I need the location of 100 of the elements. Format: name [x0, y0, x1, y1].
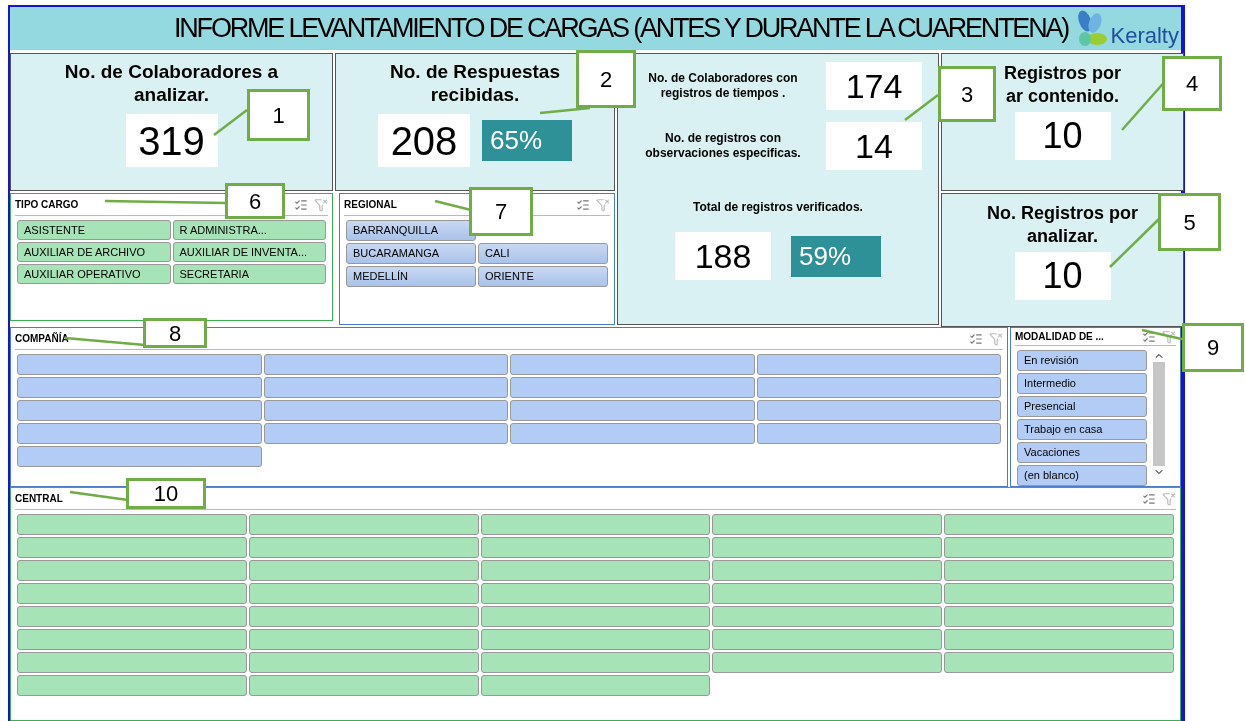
slicer-item[interactable]	[263, 400, 508, 421]
multi-select-icon[interactable]	[969, 331, 983, 346]
slicer-item[interactable]	[17, 514, 247, 535]
leader-line	[69, 490, 129, 502]
slicer-item[interactable]	[712, 583, 943, 604]
slicer-item[interactable]: AUXILIAR DE INVENTA...	[172, 242, 326, 262]
slicer-item[interactable]	[263, 354, 508, 375]
slicer-item[interactable]	[480, 606, 711, 627]
slicer-item[interactable]	[712, 629, 943, 650]
slicer-item[interactable]	[17, 537, 247, 558]
slicer-item[interactable]	[944, 537, 1174, 558]
slicer-item[interactable]: En revisión	[1017, 350, 1147, 371]
slicer-item[interactable]: MEDELLÍN	[346, 266, 476, 287]
slicer-item[interactable]	[263, 377, 508, 398]
slicer-item[interactable]	[510, 400, 755, 421]
slicer-item[interactable]	[17, 583, 247, 604]
value-box: 174	[826, 62, 922, 110]
slicer-item[interactable]	[756, 377, 1001, 398]
slicer-item[interactable]: BUCARAMANGA	[346, 243, 476, 264]
multi-select-icon[interactable]	[294, 197, 308, 212]
slicer-item[interactable]	[248, 560, 479, 581]
clear-filter-icon[interactable]	[989, 331, 1003, 346]
slicer-item[interactable]	[248, 537, 479, 558]
slicer-item[interactable]	[17, 423, 262, 444]
clear-filter-icon[interactable]	[1162, 329, 1176, 344]
slicer-item[interactable]: Vacaciones	[1017, 442, 1147, 463]
slicer-item[interactable]	[263, 423, 508, 444]
slicer-item[interactable]	[248, 675, 479, 696]
slicer-item[interactable]	[17, 606, 247, 627]
slicer-item[interactable]	[248, 629, 479, 650]
slicer-item[interactable]	[944, 629, 1174, 650]
slicer-title: REGIONAL	[344, 198, 397, 212]
slicer-item[interactable]	[248, 583, 479, 604]
slicer-item[interactable]: (en blanco)	[1017, 465, 1147, 486]
callout-box: 6	[225, 183, 285, 219]
slicer-item[interactable]	[480, 629, 711, 650]
report-title: INFORME LEVANTAMIENTO DE CARGAS (ANTES Y DURANTE LA CUARENTENA)	[174, 12, 1069, 46]
callout-box: 4	[1162, 56, 1222, 111]
leader-line	[904, 94, 939, 121]
kpi-title: Registros por ar contenido.	[1004, 62, 1121, 108]
slicer-item[interactable]	[756, 400, 1001, 421]
slicer-item[interactable]	[17, 629, 247, 650]
callout-box: 10	[126, 478, 206, 509]
slicer-item[interactable]: SECRETARIA	[172, 264, 326, 284]
slicer-item[interactable]	[756, 423, 1001, 444]
slicer-item[interactable]	[712, 606, 943, 627]
slicer-title: COMPAÑÍA	[15, 331, 69, 346]
slicer-item[interactable]	[17, 675, 247, 696]
slicer-item[interactable]	[712, 560, 943, 581]
clear-filter-icon[interactable]	[596, 197, 610, 212]
value-box: 319	[125, 114, 218, 167]
multi-select-icon[interactable]	[576, 197, 590, 212]
slicer-item[interactable]	[712, 652, 943, 673]
slicer-item[interactable]: R ADMINISTRA...	[172, 220, 326, 240]
slicer-item[interactable]	[480, 583, 711, 604]
metric-label: No. de registros con observaciones especificas.	[644, 131, 802, 161]
slicer-item[interactable]: Presencial	[1017, 396, 1147, 417]
slicer-item[interactable]	[712, 537, 943, 558]
callout-box: 2	[576, 50, 636, 108]
clear-filter-icon[interactable]	[1162, 491, 1176, 506]
slicer-item[interactable]	[480, 537, 711, 558]
slicer-item[interactable]	[944, 514, 1174, 535]
callout-box: 7	[469, 187, 533, 236]
slicer-item[interactable]	[17, 377, 262, 398]
slicer-item[interactable]	[248, 606, 479, 627]
value-box: 14	[826, 122, 922, 170]
slicer-item[interactable]	[480, 675, 711, 696]
multi-select-icon[interactable]	[1142, 491, 1156, 506]
slicer-item[interactable]: AUXILIAR DE ARCHIVO	[17, 242, 171, 262]
slicer-item[interactable]	[17, 446, 262, 467]
slicer-item[interactable]	[944, 606, 1174, 627]
slicer-item[interactable]	[480, 560, 711, 581]
slicer-item[interactable]: ASISTENTE	[17, 220, 171, 240]
slicer-item[interactable]: ORIENTE	[478, 266, 608, 287]
leader-line	[539, 106, 591, 115]
slicer-item[interactable]	[756, 354, 1001, 375]
slicer-item[interactable]	[510, 423, 755, 444]
slicer-item[interactable]: AUXILIAR OPERATIVO	[17, 264, 171, 284]
slicer-item[interactable]	[712, 514, 943, 535]
slicer-item[interactable]	[510, 377, 755, 398]
slicer-item[interactable]: CALI	[478, 243, 608, 264]
logo-text: Keralty	[1110, 22, 1179, 49]
slicer-item[interactable]	[17, 652, 247, 673]
slicer-item[interactable]	[17, 400, 262, 421]
slicer-item[interactable]	[480, 652, 711, 673]
slicer-item[interactable]: Trabajo en casa	[1017, 419, 1147, 440]
slicer-item[interactable]: Intermedio	[1017, 373, 1147, 394]
slicer-item[interactable]	[480, 514, 711, 535]
slicer-item[interactable]	[944, 652, 1174, 673]
slicer-item[interactable]	[248, 652, 479, 673]
callout-box: 3	[938, 66, 996, 122]
slicer-item[interactable]	[510, 354, 755, 375]
slicer-item[interactable]	[944, 583, 1174, 604]
slicer-item[interactable]	[17, 354, 262, 375]
slicer-item[interactable]	[944, 560, 1174, 581]
slicer-item[interactable]	[17, 560, 247, 581]
slicer-item[interactable]	[248, 514, 479, 535]
clear-filter-icon[interactable]	[314, 197, 328, 212]
slicer-item[interactable]: BARRANQUILLA	[346, 220, 476, 241]
slicer-title: TIPO CARGO	[15, 198, 79, 212]
